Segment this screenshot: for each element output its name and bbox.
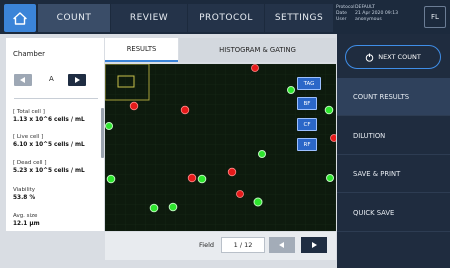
live-cell-marker [326,174,334,182]
live-cell-marker [197,174,207,184]
menu-quick-save[interactable]: QUICK SAVE [337,194,450,232]
field-prev-button[interactable] [269,237,295,253]
dead-cell-marker [180,105,190,115]
viability-label: Viability [13,187,36,193]
live-cell-marker [324,105,334,115]
chamber-title: Chamber [13,50,46,58]
dead-cell-marker [187,173,197,183]
results-panel: Chamber A [ Total cell ] 1.13 x 10^6 cel… [6,38,104,231]
user-button[interactable]: FL [424,6,446,28]
live-cell-marker [105,122,113,130]
next-count-button[interactable]: NEXT COUNT [345,45,441,69]
tab-results[interactable]: RESULTS [105,38,178,62]
menu-count-results[interactable]: COUNT RESULTS [337,78,450,116]
home-button[interactable] [4,4,36,32]
tab-review[interactable]: REVIEW [111,4,187,32]
dead-cell-label: [ Dead cell ] [13,160,47,166]
live-cell-marker [253,197,263,207]
chamber-next-button[interactable] [68,74,86,86]
tab-protocol[interactable]: PROTOCOL [188,4,264,32]
dead-cell-marker [129,101,139,111]
chamber-selector: A [14,74,98,88]
tag-toggle-button[interactable]: TAG [297,77,321,90]
panel-scrollbar[interactable] [101,108,104,158]
tab-histogram-gating[interactable]: HISTOGRAM & GATING [179,38,336,62]
live-cell-label: [ Live cell ] [13,134,44,140]
dead-cell-marker [227,167,237,177]
home-icon [13,11,27,25]
arrow-right-icon [75,77,80,83]
live-cell-marker [287,86,295,94]
menu-save-print[interactable]: SAVE & PRINT [337,155,450,193]
arrow-right-icon [312,242,317,248]
divider [14,98,98,99]
live-cell-marker [168,202,178,212]
dead-cell-marker [236,190,244,198]
user-value: anonymous [355,17,382,22]
avg-size-label: Avg. size [13,213,38,219]
session-info: Protocol DEFAULT Date 21 Apr 2020 09:13 Us… [336,5,422,31]
live-cell-marker [106,174,116,184]
chamber-prev-button[interactable] [14,74,32,86]
user-key: User [336,17,347,22]
rf-channel-button[interactable]: RF [297,138,317,151]
arrow-left-icon [20,77,25,83]
top-navigation-bar: COUNT REVIEW PROTOCOL SETTINGS Protocol D… [0,0,450,34]
total-cell-label: [ Total cell ] [13,109,45,115]
field-value: 1 / 12 [221,237,265,253]
tab-count[interactable]: COUNT [38,4,110,32]
total-cell-value: 1.13 x 10^6 cells / mL [13,117,85,123]
dead-cell-value: 5.23 x 10^5 cells / mL [13,168,85,174]
avg-size-value: 12.1 µm [13,221,40,227]
field-navigator: Field 1 / 12 [105,232,336,260]
arrow-left-icon [279,242,284,248]
dead-cell-marker [251,64,259,72]
field-next-button[interactable] [301,237,327,253]
live-cell-marker [258,150,266,158]
next-count-label: NEXT COUNT [378,53,421,61]
viability-value: 53.8 % [13,195,36,201]
power-icon [365,53,374,62]
menu-dilution[interactable]: DILUTION [337,117,450,155]
dead-cell-marker [330,134,336,142]
live-cell-value: 6.10 x 10^5 cells / mL [13,142,85,148]
bf-channel-button[interactable]: BF [297,97,317,110]
chamber-value: A [49,75,54,83]
tab-settings[interactable]: SETTINGS [265,4,333,32]
cf-channel-button[interactable]: CF [297,118,317,131]
live-cell-marker [149,203,159,213]
field-label: Field [199,241,215,249]
action-panel: NEXT COUNT COUNT RESULTS DILUTION SAVE &… [337,34,450,268]
